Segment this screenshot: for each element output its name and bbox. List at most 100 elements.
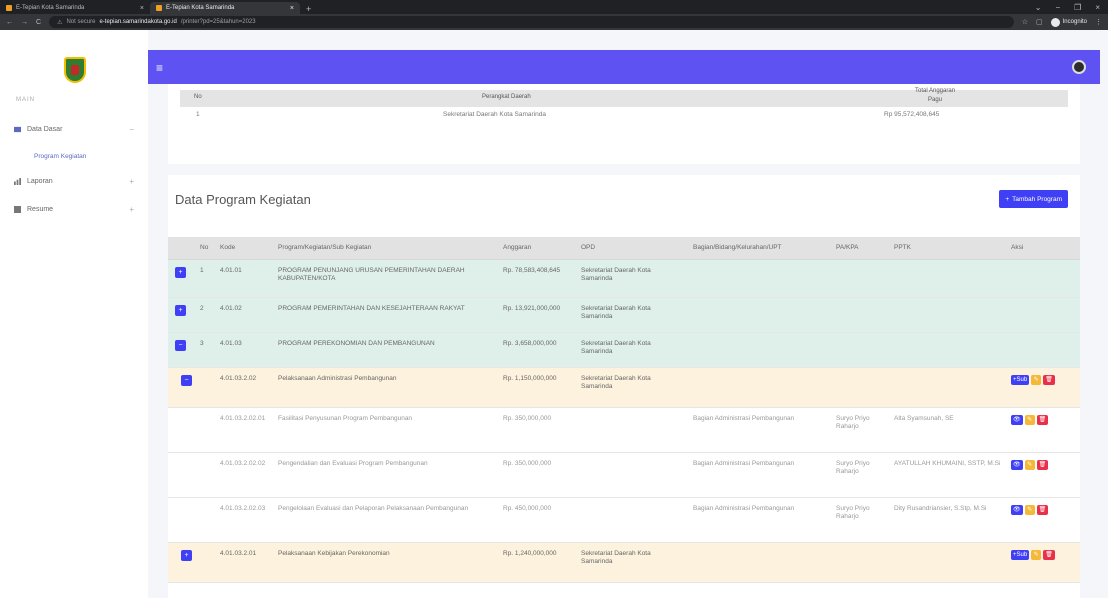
page-title: Data Program Kegiatan <box>175 192 311 207</box>
url-path: /printer?pd=25&tahun=2023 <box>180 19 256 25</box>
cell-program: Pengendalian dan Evaluasi Program Pemban… <box>273 452 498 498</box>
add-sub-button[interactable]: +Sub <box>1011 549 1030 560</box>
summary-table-header: No Perangkat Daerah Total Anggaran Pagu <box>180 88 1068 107</box>
cell-pa: Suryo Priyo Raharjo <box>831 407 889 453</box>
cell-anggaran: Rp. 3,658,000,000 <box>498 332 576 368</box>
avatar[interactable] <box>1072 60 1086 74</box>
delete-button[interactable]: 🗑 <box>1043 374 1055 385</box>
header-kode: Kode <box>215 237 273 260</box>
cell-aksi <box>1006 332 1080 368</box>
cell-bagian: Bagian Administrasi Pembangunan <box>688 407 831 453</box>
program-card: Data Program Kegiatan + Tambah Program N… <box>168 175 1080 598</box>
cell-bagian <box>688 332 831 368</box>
cell-aksi: +Sub ✎ 🗑 <box>1006 367 1080 408</box>
cell-aksi <box>1006 259 1080 298</box>
delete-button[interactable]: 🗑 <box>1036 459 1049 470</box>
edit-button[interactable]: ✎ <box>1024 459 1035 470</box>
edit-button[interactable]: ✎ <box>1031 374 1042 385</box>
cell-no <box>195 407 215 453</box>
cell-no: 3 <box>195 332 215 368</box>
browser-tab-1[interactable]: E-Tepian Kota Samarinda × <box>0 2 150 14</box>
cell-no: 2 <box>195 297 215 333</box>
view-button[interactable]: 👁 <box>1011 414 1023 425</box>
expand-icon: + <box>129 177 134 186</box>
summary-pagu: Rp 95,572,408,645 <box>884 111 940 118</box>
forward-icon[interactable]: → <box>21 19 28 26</box>
sidebar-item-data-dasar[interactable]: Data Dasar − <box>14 125 134 134</box>
cell-opd: Sekretariat Daerah Kota Samarinda <box>576 332 688 368</box>
reload-icon[interactable]: C <box>36 19 41 26</box>
toggle-cell: − <box>168 332 195 368</box>
toggle-row-button[interactable]: + <box>175 304 186 316</box>
address-bar-row: ← → C ⚠ Not secure e-tepian.samarindakot… <box>0 14 1108 30</box>
cell-kode: 4.01.03.2.02.02 <box>215 452 273 498</box>
delete-button[interactable]: 🗑 <box>1036 414 1049 425</box>
cell-opd: Sekretariat Daerah Kota Samarinda <box>576 297 688 333</box>
toggle-row-button[interactable]: − <box>175 339 186 351</box>
cell-bagian: Bagian Administrasi Pembangunan <box>688 497 831 543</box>
cell-pa <box>831 332 889 368</box>
edit-button[interactable]: ✎ <box>1024 504 1035 515</box>
action-buttons: +Sub ✎ 🗑 <box>1011 374 1075 385</box>
close-window-icon[interactable]: × <box>1095 3 1100 12</box>
minimize-icon[interactable]: − <box>1055 3 1060 12</box>
table-row: +4.01.03.2.01 Pelaksanaan Kebijakan Perek… <box>168 542 1080 583</box>
sidebar-item-resume[interactable]: Resume + <box>14 205 134 214</box>
url-field[interactable]: ⚠ Not secure e-tepian.samarindakota.go.i… <box>49 16 1014 28</box>
view-button[interactable]: 👁 <box>1011 459 1023 470</box>
program-table: No Kode Program/Kegiatan/Sub Kegiatan An… <box>168 237 1080 583</box>
toggle-row-button[interactable]: − <box>181 374 192 386</box>
add-sub-button[interactable]: +Sub <box>1011 374 1030 385</box>
cell-anggaran: Rp. 350,000,000 <box>498 452 576 498</box>
hamburger-menu-icon[interactable]: ≡ <box>156 61 163 75</box>
delete-button[interactable]: 🗑 <box>1043 549 1055 560</box>
cell-no <box>195 542 215 583</box>
sidebar-item-laporan[interactable]: Laporan + <box>14 177 134 186</box>
cell-bagian <box>688 259 831 298</box>
toggle-row-button[interactable]: + <box>175 266 186 278</box>
cell-program: PROGRAM PEREKONOMIAN DAN PEMBANGUNAN <box>273 332 498 368</box>
cell-kode: 4.01.03 <box>215 332 273 368</box>
sidebar-subitem-program-kegiatan[interactable]: Program Kegiatan <box>34 153 86 160</box>
chevron-down-icon[interactable]: ⌄ <box>1035 3 1042 12</box>
header-anggaran: Anggaran <box>498 237 576 260</box>
back-icon[interactable]: ← <box>6 19 13 26</box>
cell-no <box>195 367 215 408</box>
browser-tab-2[interactable]: E-Tepian Kota Samarinda × <box>150 2 300 14</box>
close-tab-icon[interactable]: × <box>290 5 294 12</box>
toggle-row-button[interactable]: + <box>181 549 192 561</box>
header-toggle <box>168 237 195 260</box>
view-button[interactable]: 👁 <box>1011 504 1023 515</box>
cell-pa <box>831 367 889 408</box>
new-tab-button[interactable]: + <box>300 4 317 14</box>
close-tab-icon[interactable]: × <box>140 5 144 12</box>
restore-icon[interactable]: ❐ <box>1074 3 1081 12</box>
cell-pa <box>831 259 889 298</box>
cell-aksi: 👁 ✎ 🗑 <box>1006 497 1080 543</box>
tab-title: E-Tepian Kota Samarinda <box>166 5 235 11</box>
menu-icon[interactable]: ⋮ <box>1095 18 1102 26</box>
toggle-cell <box>168 407 195 453</box>
cell-pa: Suryo Priyo Raharjo <box>831 452 889 498</box>
header-pagu: Pagu <box>928 97 943 103</box>
cell-program: Pengelolaan Evaluasi dan Pelaporan Pelak… <box>273 497 498 543</box>
window-controls: ⌄ − ❐ × <box>1035 0 1108 14</box>
delete-button[interactable]: 🗑 <box>1036 504 1049 515</box>
collapse-icon: − <box>129 125 134 134</box>
emblem-icon <box>64 57 86 83</box>
toggle-cell <box>168 497 195 543</box>
header-opd: OPD <box>576 237 688 260</box>
cell-bagian: Bagian Administrasi Pembangunan <box>688 452 831 498</box>
edit-button[interactable]: ✎ <box>1024 414 1035 425</box>
sidebar-toggle-icon[interactable]: ▢ <box>1036 18 1043 26</box>
table-row: − 4.01.03.2.02 Pelaksanaan Administrasi Pe… <box>168 367 1080 408</box>
add-program-button[interactable]: + Tambah Program <box>999 190 1068 208</box>
cell-aksi: 👁 ✎ 🗑 <box>1006 452 1080 498</box>
incognito-icon <box>1050 17 1060 27</box>
edit-button[interactable]: ✎ <box>1031 549 1042 560</box>
expand-icon: + <box>129 205 134 214</box>
star-icon[interactable]: ☆ <box>1022 18 1028 26</box>
cell-program: PROGRAM PENUNJANG URUSAN PEMERINTAHAN DA… <box>273 259 498 298</box>
incognito-badge[interactable]: Incognito <box>1050 17 1087 27</box>
top-navbar: ≡ <box>148 50 1100 84</box>
